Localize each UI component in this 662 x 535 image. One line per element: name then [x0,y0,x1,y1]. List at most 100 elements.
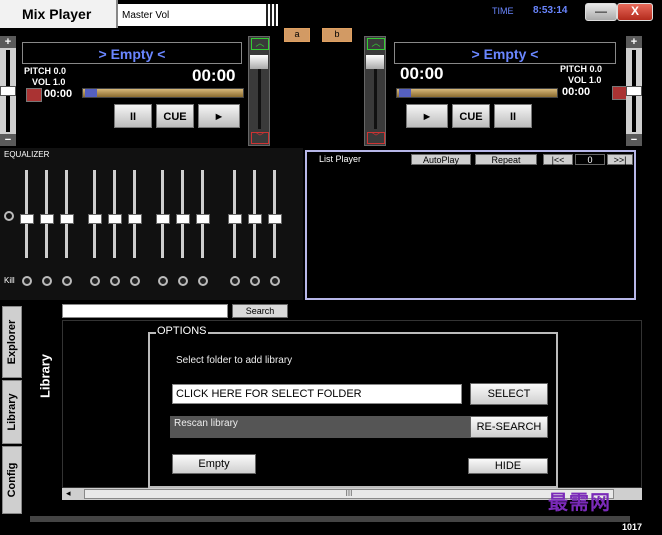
empty-button[interactable]: Empty [172,454,256,474]
eq-knob[interactable] [176,214,190,224]
master-volume-slider[interactable] [266,4,278,26]
eq-knob[interactable] [248,214,262,224]
kill-button[interactable] [42,276,52,286]
left-deck-play-button[interactable]: ► [198,104,240,128]
status-bar [30,516,630,522]
previous-track-button[interactable]: |<< [543,154,573,165]
kill-button[interactable] [90,276,100,286]
next-track-button[interactable]: >>| [607,154,633,165]
eq-knob[interactable] [228,214,242,224]
kill-button[interactable] [178,276,188,286]
kill-button[interactable] [230,276,240,286]
eq-knob[interactable] [196,214,210,224]
eq-knob[interactable] [268,214,282,224]
right-pitch-slider[interactable]: + − [626,36,642,146]
eq-fader[interactable] [128,170,142,258]
track-count: 0 [575,154,605,165]
equalizer-label: EQUALIZER [4,150,50,159]
volume-down-icon[interactable]: ﹀ [367,132,385,144]
eq-knob[interactable] [88,214,102,224]
left-volume-fader[interactable]: ︿ ﹀ [248,36,270,146]
kill-button[interactable] [110,276,120,286]
eq-knob[interactable] [156,214,170,224]
pitch-plus-button[interactable]: + [626,36,642,48]
eq-knob[interactable] [40,214,54,224]
library-header: Library [28,304,62,514]
slider-knob[interactable] [626,86,642,96]
pitch-minus-button[interactable]: − [626,134,642,146]
right-deck-progress[interactable] [396,88,558,98]
kill-button[interactable] [130,276,140,286]
right-deck-cue-button[interactable]: CUE [452,104,490,128]
list-player-panel[interactable]: List Player AutoPlay Repeat |<< 0 >>| [305,150,636,300]
fader-knob[interactable] [250,55,268,69]
volume-up-icon[interactable]: ︿ [251,38,269,50]
eq-reset-icon[interactable] [4,211,14,221]
eq-fader[interactable] [88,170,102,258]
eq-fader[interactable] [228,170,242,258]
select-button[interactable]: SELECT [470,383,548,405]
kill-button[interactable] [270,276,280,286]
cue-point-a-button[interactable]: a [284,28,310,42]
kill-button[interactable] [62,276,72,286]
master-volume-label: Master Vol [122,10,170,21]
eq-fader[interactable] [60,170,74,258]
select-folder-text: Select folder to add library [176,355,293,366]
tab-explorer[interactable]: Explorer [2,306,22,378]
volume-down-icon[interactable]: ﹀ [251,132,269,144]
tab-explorer-label: Explorer [6,319,18,365]
options-legend: OPTIONS [157,325,207,337]
eq-fader[interactable] [248,170,262,258]
slider-knob[interactable] [0,86,16,96]
eq-knob[interactable] [60,214,74,224]
eq-fader[interactable] [196,170,210,258]
right-volume-fader[interactable]: ︿ ﹀ [364,36,386,146]
kill-button[interactable] [250,276,260,286]
eq-fader[interactable] [268,170,282,258]
search-input[interactable] [62,304,228,318]
eq-fader[interactable] [156,170,170,258]
tab-library[interactable]: Library [2,380,22,444]
scrollbar-thumb[interactable]: III [84,489,614,499]
folder-field[interactable]: CLICK HERE FOR SELECT FOLDER [172,384,462,404]
progress-marker [85,89,97,97]
left-deck-progress[interactable] [82,88,244,98]
fader-rail [258,59,261,129]
list-player-title: List Player [319,154,362,164]
pitch-minus-button[interactable]: − [0,134,16,146]
eq-fader[interactable] [176,170,190,258]
search-button[interactable]: Search [232,304,288,318]
master-volume: Master Vol [118,4,278,26]
tab-config[interactable]: Config [2,446,22,514]
app-title: Mix Player [0,0,118,28]
close-button[interactable]: X [617,3,653,21]
kill-button[interactable] [22,276,32,286]
research-button[interactable]: RE-SEARCH [470,416,548,438]
left-pitch-slider[interactable]: + − [0,36,16,146]
eq-knob[interactable] [108,214,122,224]
autoplay-button[interactable]: AutoPlay [411,154,471,165]
eq-fader[interactable] [20,170,34,258]
scroll-left-icon[interactable]: ◂ [66,488,71,499]
cue-point-b-button[interactable]: b [322,28,352,42]
hide-button[interactable]: HIDE [468,458,548,474]
minimize-button[interactable]: — [585,3,617,21]
left-deck-pause-button[interactable]: II [114,104,152,128]
pitch-plus-button[interactable]: + [0,36,16,48]
eq-knob[interactable] [20,214,34,224]
kill-button[interactable] [158,276,168,286]
eq-knob[interactable] [128,214,142,224]
left-deck-stop-icon[interactable] [26,88,42,102]
fader-knob[interactable] [366,55,384,69]
eq-fader[interactable] [108,170,122,258]
eq-fader[interactable] [40,170,54,258]
right-deck-play-button[interactable]: ► [406,104,448,128]
repeat-button[interactable]: Repeat [475,154,537,165]
library-title: Library [37,353,53,399]
volume-up-icon[interactable]: ︿ [367,38,385,50]
right-deck-pause-button[interactable]: II [494,104,532,128]
equalizer-panel: EQUALIZER Kill [0,148,303,300]
left-deck-cue-button[interactable]: CUE [156,104,194,128]
kill-button[interactable] [198,276,208,286]
right-deck-pitch: PITCH 0.0 [560,64,603,74]
